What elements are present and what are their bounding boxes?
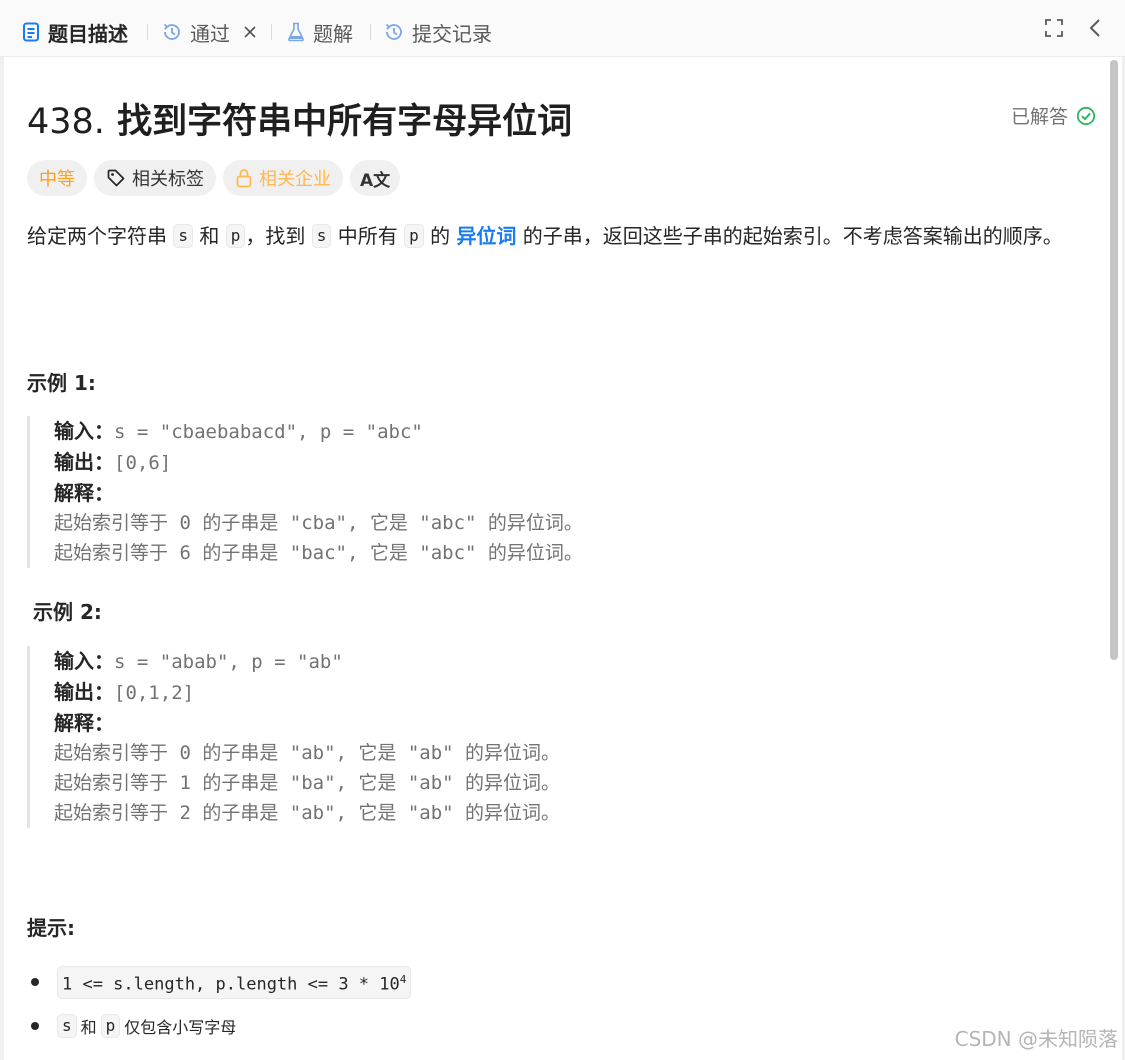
hint-text: 仅包含小写字母 (124, 1018, 237, 1037)
check-circle-icon (1068, 106, 1096, 126)
difficulty-label: 中等 (39, 169, 75, 190)
example-line: 输入：s = "cbaebabacd", p = "abc" (54, 416, 583, 447)
desc-text: ，找到 (245, 224, 312, 248)
inline-code: p (100, 1014, 121, 1038)
inline-code: s (57, 1014, 77, 1038)
explanation-line: 起始索引等于 6 的子串是 "bac", 它是 "abc" 的异位词。 (54, 542, 583, 564)
explain-label: 解释： (54, 481, 114, 505)
related-tags-label: 相关标签 (132, 169, 204, 190)
solved-status: 已解答 (1011, 102, 1096, 129)
close-icon[interactable] (242, 24, 258, 40)
tab-description-label: 题目描述 (48, 21, 128, 46)
watermark: CSDN @未知陨落 (954, 1027, 1118, 1051)
example-line: 输出：[0,6] (54, 447, 583, 478)
page-title: 438. 找到字符串中所有字母异位词 (27, 93, 572, 144)
history-icon (384, 22, 404, 42)
tag-row: 中等 相关标签 相关企业 A文 (27, 160, 401, 196)
desc-text: 的 (423, 224, 457, 248)
difficulty-badge[interactable]: 中等 (27, 160, 87, 196)
tab-divider (147, 24, 148, 40)
tab-accepted-label: 通过 (190, 21, 230, 46)
tab-solutions[interactable]: 题解 (287, 14, 353, 50)
hints-title: 提示: (27, 916, 75, 940)
tab-solutions-label: 题解 (313, 21, 353, 46)
hint-item: 1 <= s.length, p.length <= 3 * 104 (27, 966, 415, 999)
example-line: 输出：[0,1,2] (54, 677, 560, 708)
desc-text: 的子串，返回这些子串的起始索引。不考虑答案输出的顺序。 (516, 224, 1063, 248)
explanation-line: 起始索引等于 0 的子串是 "ab", 它是 "ab" 的异位词。 (54, 742, 561, 764)
fullscreen-icon[interactable] (1044, 18, 1064, 38)
explanation-line: 起始索引等于 2 的子串是 "ab", 它是 "ab" 的异位词。 (54, 802, 561, 824)
problem-title: 找到字符串中所有字母异位词 (117, 102, 573, 142)
output-label: 输出： (54, 680, 114, 704)
related-tags-button[interactable]: 相关标签 (94, 160, 216, 196)
hint-item: s 和 p 仅包含小写字母 (27, 1014, 236, 1038)
example-2-title: 示例 2: (33, 600, 102, 624)
anagram-link[interactable]: 异位词 (456, 224, 516, 248)
tab-divider (370, 24, 371, 40)
hint-code-text: 1 <= s.length, p.length <= 3 * 10 (62, 974, 400, 995)
translate-icon: A文 (360, 170, 391, 191)
tab-divider (271, 24, 272, 40)
output-value: [0,6] (114, 452, 172, 474)
example-2-block: 输入：s = "abab", p = "ab" 输出：[0,1,2] 解释： 起始索引… (27, 646, 560, 828)
related-companies-button[interactable]: 相关企业 (223, 160, 343, 196)
flask-icon (287, 22, 305, 42)
tab-submissions-label: 提交记录 (412, 21, 492, 46)
explain-label: 解释： (54, 711, 114, 735)
hint-code: 1 <= s.length, p.length <= 3 * 104 (57, 966, 412, 999)
translate-button[interactable]: A文 (350, 160, 401, 196)
chevron-left-icon[interactable] (1088, 18, 1102, 38)
tab-submissions[interactable]: 提交记录 (384, 14, 492, 50)
hint-text: 和 (80, 1018, 97, 1037)
input-value: s = "abab", p = "ab" (114, 651, 343, 673)
bullet-icon (31, 1022, 39, 1030)
output-value: [0,1,2] (114, 682, 195, 704)
desc-text: 给定两个字符串 (27, 224, 174, 248)
explanation-line: 起始索引等于 1 的子串是 "ba", 它是 "ab" 的异位词。 (54, 772, 561, 794)
description-icon (22, 22, 40, 42)
example-line: 解释： (54, 708, 560, 738)
solved-label: 已解答 (1010, 106, 1068, 128)
input-label: 输入： (54, 649, 114, 673)
tab-bar: 题目描述 通过 题解 提交记录 (0, 0, 1125, 57)
example-1-block: 输入：s = "cbaebabacd", p = "abc" 输出：[0,6] 解释… (27, 416, 583, 568)
scrollbar[interactable] (1110, 60, 1118, 660)
desc-text: 中所有 (331, 224, 405, 248)
bullet-icon (31, 978, 39, 987)
hint-exponent: 4 (399, 973, 407, 986)
example-1-title: 示例 1: (27, 371, 96, 395)
related-companies-label: 相关企业 (259, 169, 331, 190)
input-value: s = "cbaebabacd", p = "abc" (114, 421, 423, 443)
example-line: 解释： (54, 478, 583, 508)
inline-code: s (173, 224, 193, 248)
input-label: 输入： (54, 419, 114, 443)
desc-text: 和 (193, 224, 226, 248)
inline-code: p (225, 224, 246, 248)
inline-code: p (404, 224, 424, 248)
problem-statement: 给定两个字符串 s 和 p ，找到 s 中所有 p 的 异位词 的子串，返回这些子… (27, 220, 1087, 252)
inline-code: s (311, 224, 332, 248)
lock-icon (235, 168, 259, 188)
tab-description[interactable]: 题目描述 (22, 14, 128, 50)
history-icon (162, 22, 182, 42)
explanation-line: 起始索引等于 0 的子串是 "cba", 它是 "abc" 的异位词。 (54, 512, 583, 534)
tag-icon (106, 168, 132, 188)
example-line: 输入：s = "abab", p = "ab" (54, 646, 560, 677)
output-label: 输出： (54, 450, 114, 474)
problem-description-panel: 438. 找到字符串中所有字母异位词 已解答 中等 相关标签 相关企业 A文 给… (4, 57, 1122, 1060)
tab-accepted[interactable]: 通过 (162, 14, 258, 50)
problem-number: 438. (27, 102, 105, 142)
